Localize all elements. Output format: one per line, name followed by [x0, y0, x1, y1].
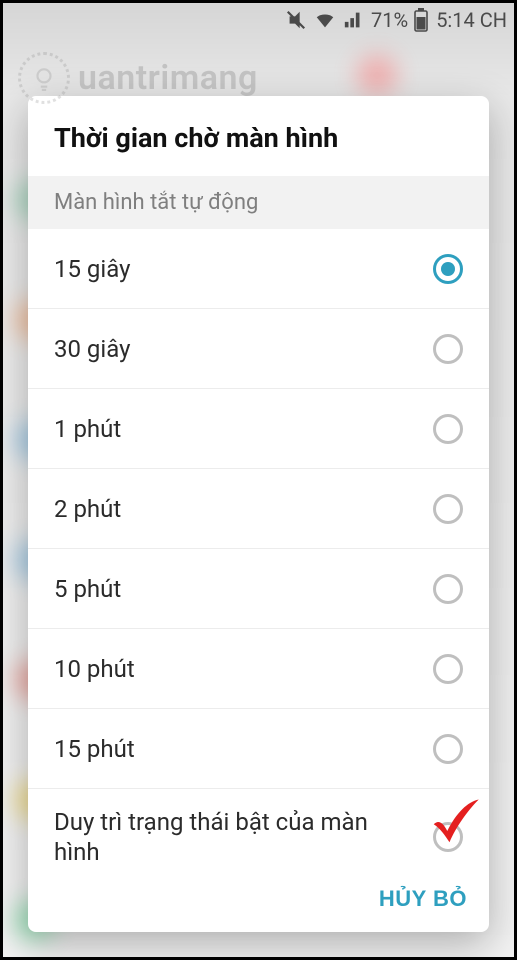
radio-icon[interactable] — [433, 254, 463, 284]
option-label: 30 giây — [54, 334, 146, 364]
option-label: 15 phút — [54, 734, 151, 764]
radio-icon[interactable] — [433, 654, 463, 684]
timeout-option[interactable]: 5 phút — [28, 549, 489, 629]
option-label: 10 phút — [54, 654, 151, 684]
radio-icon[interactable] — [433, 822, 463, 852]
screen-timeout-dialog: Thời gian chờ màn hình Màn hình tắt tự đ… — [28, 96, 489, 932]
radio-icon[interactable] — [433, 334, 463, 364]
wifi-icon — [313, 9, 337, 31]
timeout-option[interactable]: Duy trì trạng thái bật của màn hình — [28, 789, 489, 872]
radio-icon[interactable] — [433, 734, 463, 764]
battery-icon — [414, 8, 428, 32]
option-label: 5 phút — [54, 574, 137, 604]
dialog-footer: HỦY BỎ — [28, 872, 489, 932]
options-list: 15 giây 30 giây 1 phút 2 phút 5 phút 10 phút 1… — [28, 229, 489, 872]
option-label: Duy trì trạng thái bật của màn hình — [54, 807, 433, 867]
timeout-option[interactable]: 1 phút — [28, 389, 489, 469]
mute-icon — [285, 9, 307, 31]
bg-blob — [357, 55, 397, 95]
clock-text: 5:14 CH — [436, 8, 507, 32]
section-header: Màn hình tắt tự động — [28, 176, 489, 229]
radio-icon[interactable] — [433, 574, 463, 604]
battery-percentage: 71% — [371, 8, 408, 32]
option-label: 1 phút — [54, 414, 137, 444]
cancel-button[interactable]: HỦY BỎ — [379, 886, 467, 912]
option-label: 15 giây — [54, 254, 146, 284]
timeout-option[interactable]: 15 giây — [28, 229, 489, 309]
signal-icon — [343, 9, 365, 31]
timeout-option[interactable]: 15 phút — [28, 709, 489, 789]
timeout-option[interactable]: 30 giây — [28, 309, 489, 389]
radio-icon[interactable] — [433, 414, 463, 444]
timeout-option[interactable]: 2 phút — [28, 469, 489, 549]
status-bar: 71% 5:14 CH — [0, 0, 517, 40]
option-label: 2 phút — [54, 494, 137, 524]
dialog-title: Thời gian chờ màn hình — [28, 96, 489, 176]
radio-icon[interactable] — [433, 494, 463, 524]
timeout-option[interactable]: 10 phút — [28, 629, 489, 709]
